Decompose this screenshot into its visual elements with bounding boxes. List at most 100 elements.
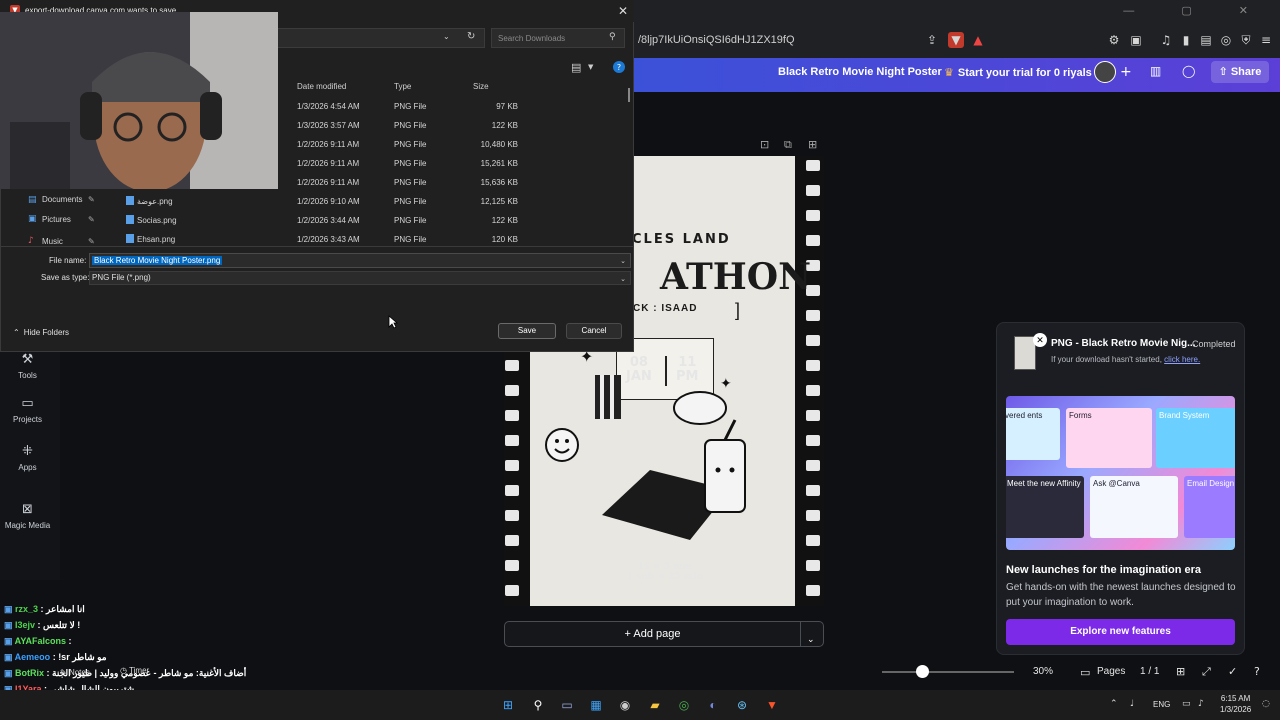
file-date: 1/2/2026 3:43 AM	[297, 235, 360, 244]
file-size: 97 KB	[496, 102, 518, 111]
add-page-button[interactable]: + Add page ⌄	[504, 621, 824, 647]
save-button[interactable]: Save	[498, 323, 556, 339]
trial-button[interactable]: ♛ Start your trial for 0 riyals	[944, 64, 1092, 82]
nav-apps[interactable]: ⁜ Apps	[0, 444, 55, 472]
tools-icon: ⚒	[21, 352, 34, 367]
file-type: PNG File	[394, 121, 427, 130]
folder-path-bar[interactable]: ⌄ ↻	[270, 28, 485, 48]
nav-pictures[interactable]: Pictures	[42, 215, 71, 224]
file-explorer-icon[interactable]: ▰	[646, 696, 664, 714]
view-options-icon[interactable]: ▤	[571, 61, 581, 74]
cancel-button[interactable]: Cancel	[566, 323, 622, 339]
brave-icon[interactable]: ▼	[763, 696, 781, 714]
share-page-icon[interactable]: ⇪	[924, 32, 940, 48]
lock-icon[interactable]: ⊡	[760, 138, 769, 151]
wallet-icon[interactable]: ▤	[1198, 32, 1214, 48]
music-icon[interactable]: ♫	[1158, 32, 1174, 48]
file-row[interactable]: Ehsan.png 1/2/2026 3:43 AM PNG File 120 KB	[0, 231, 634, 250]
chevron-down-icon[interactable]: ⌄	[443, 32, 450, 41]
clock[interactable]: 6:15 AM 1/3/2026	[1220, 693, 1251, 715]
file-row[interactable]: عوضة.png 1/2/2026 9:10 AM PNG File 12,125 K…	[0, 193, 634, 212]
refresh-icon[interactable]: ↻	[467, 31, 475, 42]
chrome-icon[interactable]: ◎	[675, 696, 693, 714]
vpn-icon[interactable]: ◎	[1218, 32, 1234, 48]
share-button[interactable]: ⇧ Share	[1211, 61, 1269, 83]
promo-card-brand: Brand System	[1156, 408, 1235, 468]
promo-image[interactable]: vered ents Forms Brand System Meet the n…	[1006, 396, 1235, 550]
language-indicator[interactable]: ENG	[1153, 700, 1170, 709]
duplicate-page-icon[interactable]: ⧉	[784, 138, 792, 152]
taskbar	[0, 690, 1280, 720]
help-icon[interactable]: ?	[1254, 665, 1260, 678]
steam-icon[interactable]: ⊛	[733, 696, 751, 714]
volume-icon[interactable]: ♪	[1198, 699, 1204, 709]
menu-icon[interactable]: ≡	[1258, 32, 1274, 48]
chevron-down-icon[interactable]: ⌄	[807, 628, 815, 652]
document-title[interactable]: Black Retro Movie Night Poster	[778, 66, 942, 78]
task-view-icon[interactable]: ▭	[558, 696, 576, 714]
check-icon[interactable]: ✓	[1228, 665, 1237, 678]
network-icon[interactable]: ▭	[1182, 699, 1191, 709]
nav-projects-label: Projects	[13, 415, 42, 424]
zoom-slider-handle[interactable]	[916, 665, 929, 678]
grid-view-icon[interactable]: ⊞	[1176, 665, 1185, 678]
brave-rewards-icon[interactable]: ▲	[970, 32, 986, 48]
chevron-down-icon[interactable]: ⌄	[620, 273, 626, 285]
microphone-icon[interactable]: ♩	[1130, 699, 1134, 709]
insights-icon[interactable]: ▥	[1150, 64, 1161, 78]
discord-icon[interactable]: ◐	[704, 696, 722, 714]
avatar[interactable]	[1094, 61, 1116, 83]
file-date: 1/2/2026 9:11 AM	[297, 140, 360, 149]
nav-magic-media[interactable]: ⊠ Magic Media	[0, 502, 55, 530]
download-subtitle: If your download hasn't started, click h…	[1051, 355, 1200, 364]
store-icon[interactable]: ▦	[587, 696, 605, 714]
nav-tools[interactable]: ⚒ Tools	[0, 352, 55, 380]
add-collaborator-icon[interactable]: +	[1120, 64, 1132, 80]
zoom-level[interactable]: 30%	[1033, 666, 1053, 677]
fullscreen-icon[interactable]: ⤢	[1202, 665, 1211, 679]
column-type[interactable]: Type	[394, 82, 411, 91]
add-page-icon[interactable]: ⊞	[808, 138, 817, 151]
save-type-select[interactable]: PNG File (*.png) ⌄	[89, 271, 631, 285]
comment-icon[interactable]: ◯	[1182, 64, 1195, 78]
close-icon[interactable]: ✕	[1033, 333, 1047, 347]
nav-projects[interactable]: ▭ Projects	[0, 396, 55, 424]
sidebar-icon[interactable]: ▮	[1178, 32, 1194, 48]
zoom-slider[interactable]	[882, 671, 1014, 673]
nav-documents[interactable]: Documents	[42, 195, 82, 204]
obs-icon[interactable]: ◉	[616, 696, 634, 714]
pages-button[interactable]: Pages	[1097, 666, 1125, 677]
dialog-close-icon[interactable]: ✕	[618, 4, 628, 18]
film-hole	[806, 335, 820, 346]
view-chevron-icon[interactable]: ▼	[588, 63, 593, 71]
explore-features-button[interactable]: Explore new features	[1006, 619, 1235, 645]
notifications-icon[interactable]: ◌	[1262, 699, 1270, 709]
chat-separator: :	[44, 668, 53, 678]
promo-card-affinity: Meet the new Affinity	[1006, 476, 1084, 538]
help-icon[interactable]: ?	[613, 61, 625, 73]
chat-username: I3ejv	[15, 620, 36, 630]
file-row[interactable]: Socias.png 1/2/2026 3:44 AM PNG File 122 KB	[0, 212, 634, 231]
file-type: PNG File	[394, 216, 427, 225]
nav-music[interactable]: Music	[42, 237, 63, 246]
file-name-input[interactable]: Black Retro Movie Night Poster.png ⌄	[89, 253, 631, 268]
share-icon: ⇧	[1218, 65, 1228, 78]
column-date[interactable]: Date modified	[297, 82, 346, 91]
extensions-icon[interactable]: ⚙	[1106, 32, 1122, 48]
shield-icon[interactable]: ⛨	[1238, 32, 1254, 48]
click-here-link[interactable]: click here.	[1164, 355, 1200, 364]
window-controls[interactable]: — ▢ ✕	[1123, 4, 1270, 17]
tray-chevron-icon[interactable]: ⌃	[1110, 699, 1118, 709]
brave-shield-icon[interactable]: ▼	[948, 32, 964, 48]
search-input[interactable]: Search Downloads	[491, 28, 625, 48]
tab-icon[interactable]: ▣	[1128, 32, 1144, 48]
start-icon[interactable]: ⊞	[499, 696, 517, 714]
search-icon[interactable]: ⚲	[529, 696, 547, 714]
column-size[interactable]: Size	[473, 82, 489, 91]
promo-card-email: Email Design	[1184, 476, 1235, 538]
chevron-down-icon[interactable]: ⌄	[620, 255, 626, 268]
file-name: Ehsan.png	[137, 235, 176, 244]
promo-heading: New launches for the imagination era	[1006, 564, 1201, 576]
hide-folders-button[interactable]: ⌃ Hide Folders	[13, 328, 69, 337]
file-name-label: File name:	[49, 256, 87, 265]
